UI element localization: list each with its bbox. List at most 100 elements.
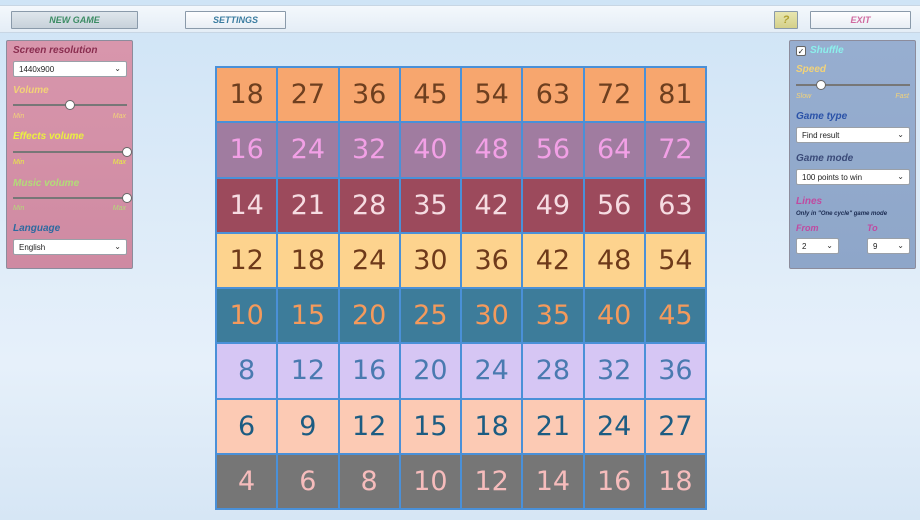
grid-cell[interactable]: 20 <box>399 343 461 399</box>
grid-cell[interactable]: 48 <box>461 122 523 178</box>
lines-to-select[interactable]: 9 ⌄ <box>867 238 910 254</box>
grid-cell[interactable]: 14 <box>522 453 584 509</box>
grid-cell[interactable]: 8 <box>338 453 400 509</box>
language-value: English <box>19 242 46 252</box>
screen-resolution-select[interactable]: 1440x900 ⌄ <box>13 61 127 77</box>
grid-cell[interactable]: 35 <box>399 177 461 233</box>
lines-note: Only in "One cycle" game mode <box>796 211 888 217</box>
grid-cell[interactable]: 6 <box>277 453 339 509</box>
grid-cell[interactable]: 72 <box>644 122 706 178</box>
game-mode-select[interactable]: 100 points to win ⌄ <box>796 169 910 185</box>
grid-cell[interactable]: 4 <box>216 453 278 509</box>
speed-fast-label: Fast <box>895 93 909 100</box>
grid-cell[interactable]: 14 <box>216 177 278 233</box>
grid-cell[interactable]: 12 <box>461 453 523 509</box>
volume-slider-thumb[interactable] <box>65 100 75 110</box>
grid-cell[interactable]: 56 <box>522 122 584 178</box>
exit-button[interactable]: EXIT <box>810 11 911 29</box>
grid-cell[interactable]: 32 <box>338 122 400 178</box>
grid-cell[interactable]: 25 <box>399 288 461 344</box>
effects-volume-slider-thumb[interactable] <box>122 147 132 157</box>
grid-cell[interactable]: 32 <box>583 343 645 399</box>
grid-cell[interactable]: 30 <box>461 288 523 344</box>
screen-resolution-label: Screen resolution <box>13 45 98 56</box>
grid-cell[interactable]: 54 <box>644 232 706 288</box>
grid-cell[interactable]: 10 <box>399 453 461 509</box>
music-volume-label: Music volume <box>13 178 80 189</box>
music-volume-slider[interactable] <box>13 193 132 203</box>
grid-cell[interactable]: 24 <box>338 232 400 288</box>
grid-cell[interactable]: 36 <box>644 343 706 399</box>
grid-cell[interactable]: 18 <box>461 398 523 454</box>
volume-label: Volume <box>13 85 49 96</box>
grid-cell[interactable]: 6 <box>216 398 278 454</box>
grid-cell[interactable]: 28 <box>522 343 584 399</box>
game-mode-label: Game mode <box>796 153 854 164</box>
lines-from-select[interactable]: 2 ⌄ <box>796 238 839 254</box>
grid-cell[interactable]: 64 <box>583 122 645 178</box>
language-label: Language <box>13 223 61 234</box>
volume-slider[interactable] <box>13 100 127 110</box>
grid-cell[interactable]: 35 <box>522 288 584 344</box>
grid-cell[interactable]: 49 <box>522 177 584 233</box>
music-volume-slider-thumb[interactable] <box>122 193 132 203</box>
help-button[interactable]: ? <box>774 11 798 29</box>
grid-cell[interactable]: 15 <box>277 288 339 344</box>
grid-cell[interactable]: 63 <box>644 177 706 233</box>
game-type-value: Find result <box>802 130 840 140</box>
grid-cell[interactable]: 63 <box>522 67 584 123</box>
from-label: From <box>796 223 819 233</box>
grid-cell[interactable]: 9 <box>277 398 339 454</box>
grid-cell[interactable]: 54 <box>461 67 523 123</box>
grid-cell[interactable]: 42 <box>461 177 523 233</box>
grid-cell[interactable]: 45 <box>399 67 461 123</box>
lines-from-value: 2 <box>802 241 807 251</box>
language-select[interactable]: English ⌄ <box>13 239 127 255</box>
to-label: To <box>867 223 878 233</box>
checkmark-icon: ✓ <box>797 47 805 56</box>
grid-cell[interactable]: 18 <box>216 67 278 123</box>
lines-to-value: 9 <box>873 241 878 251</box>
grid-cell[interactable]: 12 <box>338 398 400 454</box>
speed-slider[interactable] <box>796 80 910 90</box>
grid-cell[interactable]: 18 <box>277 232 339 288</box>
grid-cell[interactable]: 10 <box>216 288 278 344</box>
grid-cell[interactable]: 56 <box>583 177 645 233</box>
grid-cell[interactable]: 15 <box>399 398 461 454</box>
grid-cell[interactable]: 21 <box>522 398 584 454</box>
grid-cell[interactable]: 27 <box>277 67 339 123</box>
grid-cell[interactable]: 12 <box>277 343 339 399</box>
grid-cell[interactable]: 27 <box>644 398 706 454</box>
grid-cell[interactable]: 21 <box>277 177 339 233</box>
grid-cell[interactable]: 8 <box>216 343 278 399</box>
music-min-label: Min <box>13 205 25 212</box>
grid-cell[interactable]: 16 <box>216 122 278 178</box>
game-options-panel: ✓ Shuffle Speed Slow Fast Game type Find… <box>789 40 916 269</box>
settings-button[interactable]: SETTINGS <box>185 11 286 29</box>
grid-cell[interactable]: 28 <box>338 177 400 233</box>
grid-cell[interactable]: 72 <box>583 67 645 123</box>
grid-cell[interactable]: 45 <box>644 288 706 344</box>
grid-cell[interactable]: 48 <box>583 232 645 288</box>
grid-cell[interactable]: 24 <box>461 343 523 399</box>
grid-cell[interactable]: 42 <box>522 232 584 288</box>
grid-cell[interactable]: 36 <box>338 67 400 123</box>
speed-slider-thumb[interactable] <box>816 80 827 90</box>
grid-cell[interactable]: 40 <box>583 288 645 344</box>
grid-cell[interactable]: 20 <box>338 288 400 344</box>
grid-cell[interactable]: 24 <box>583 398 645 454</box>
effects-volume-label: Effects volume <box>13 131 84 142</box>
effects-volume-slider[interactable] <box>13 147 132 157</box>
grid-cell[interactable]: 36 <box>461 232 523 288</box>
new-game-button[interactable]: NEW GAME <box>11 11 138 29</box>
grid-cell[interactable]: 12 <box>216 232 278 288</box>
grid-cell[interactable]: 16 <box>338 343 400 399</box>
shuffle-checkbox[interactable]: ✓ <box>796 46 806 56</box>
grid-cell[interactable]: 81 <box>644 67 706 123</box>
grid-cell[interactable]: 18 <box>644 453 706 509</box>
grid-cell[interactable]: 24 <box>277 122 339 178</box>
grid-cell[interactable]: 30 <box>399 232 461 288</box>
game-type-select[interactable]: Find result ⌄ <box>796 127 910 143</box>
grid-cell[interactable]: 40 <box>399 122 461 178</box>
grid-cell[interactable]: 16 <box>583 453 645 509</box>
